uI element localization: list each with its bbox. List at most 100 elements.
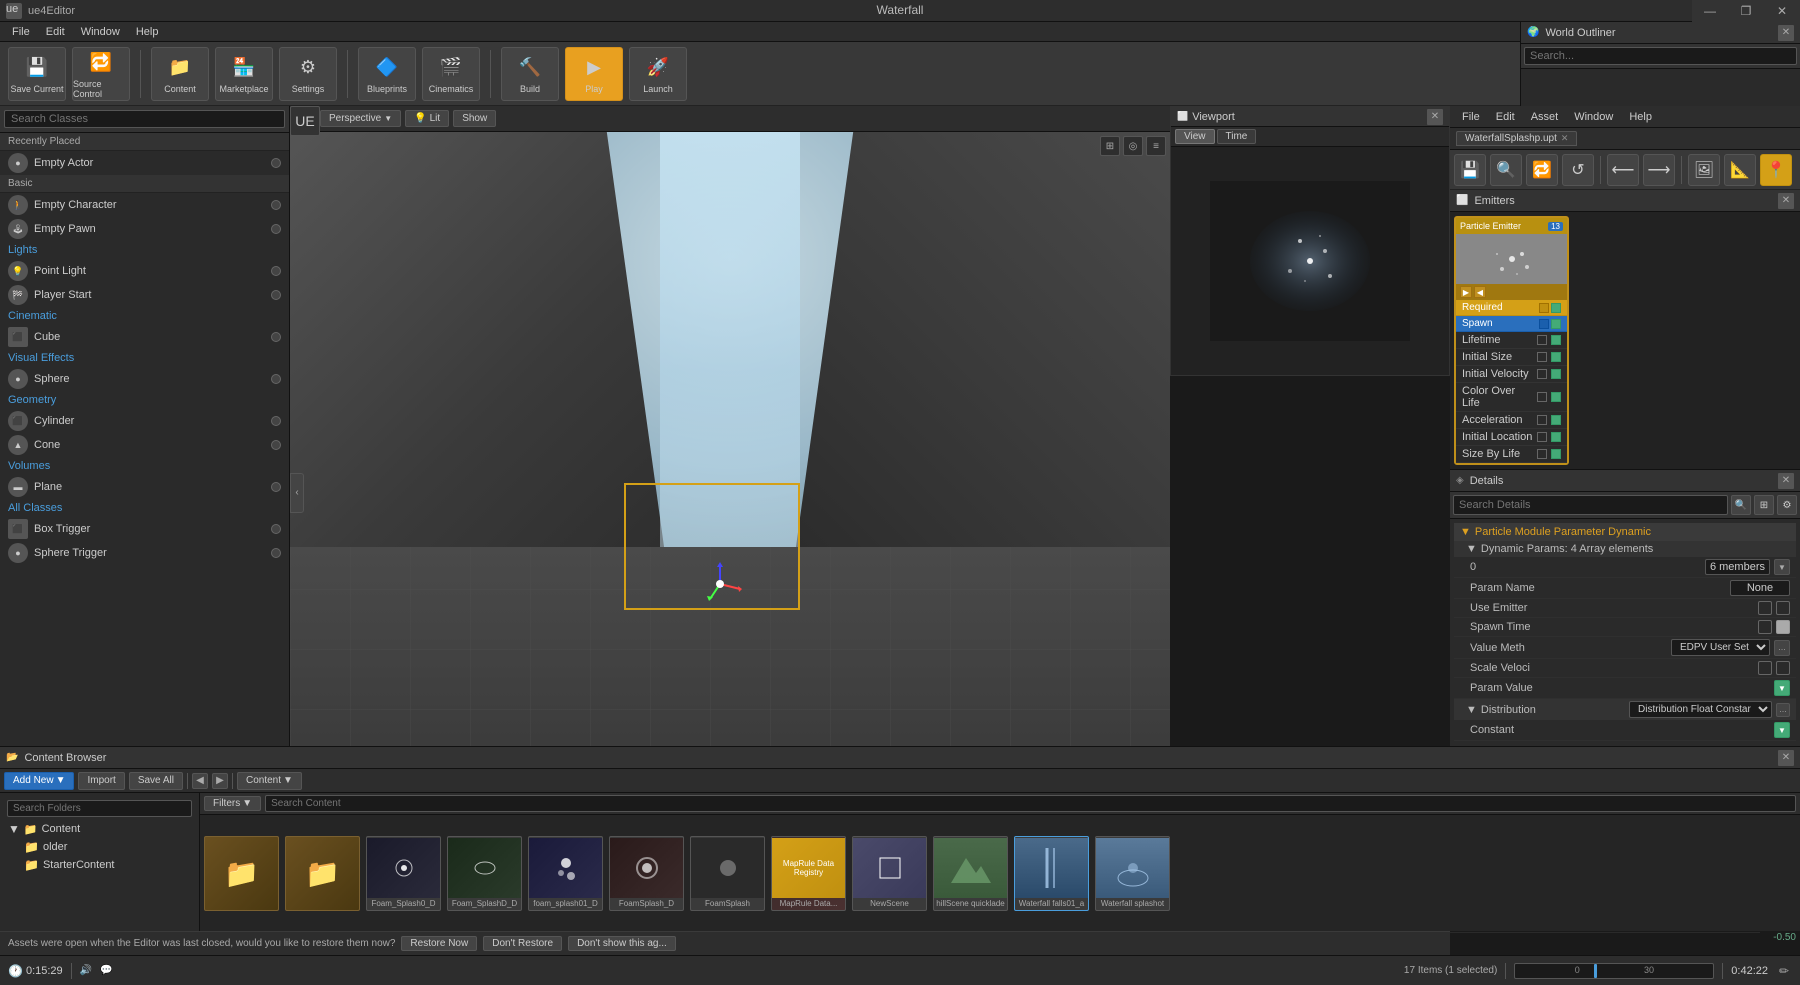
module-lifetime[interactable]: Lifetime <box>1456 332 1567 349</box>
cascade-browse-btn[interactable]: 🔍 <box>1490 154 1522 186</box>
constant-btn[interactable]: ▼ <box>1774 722 1790 738</box>
close-button[interactable]: ✕ <box>1764 0 1800 22</box>
details-section-header[interactable]: ▼ Particle Module Parameter Dynamic <box>1454 523 1796 541</box>
toolbar-source-control[interactable]: 🔁 Source Control <box>72 47 130 101</box>
left-panel-toggle[interactable]: ‹ <box>290 473 304 513</box>
search-content-input[interactable] <box>265 795 1796 812</box>
actor-empty-character[interactable]: 🚶 Empty Character <box>0 193 289 217</box>
asset-map-rule[interactable]: MapRule Data Registry MapRule Data... <box>771 836 846 911</box>
cascade-bounds-btn[interactable]: 📐 <box>1724 154 1756 186</box>
details-close-btn[interactable]: ✕ <box>1778 473 1794 489</box>
cascade-tab[interactable]: WaterfallSplashp.upt ✕ <box>1456 131 1577 146</box>
value-method-dropdown[interactable]: EDPV User Set <box>1671 639 1770 656</box>
menu-edit[interactable]: Edit <box>38 22 73 42</box>
module-lifetime-green[interactable] <box>1551 335 1561 345</box>
spawn-time-check[interactable] <box>1758 620 1772 634</box>
asset-waterfall-splash[interactable]: Waterfall splashot <box>1095 836 1170 911</box>
folder-search-input[interactable] <box>7 800 192 817</box>
actor-player-start[interactable]: 🏁 Player Start <box>0 283 289 307</box>
module-initial-velocity-green[interactable] <box>1551 369 1561 379</box>
asset-foam-splash[interactable]: FoamSplash_D <box>609 836 684 911</box>
module-spawn[interactable]: Spawn <box>1456 316 1567 332</box>
import-button[interactable]: Import <box>78 772 124 790</box>
module-size-by-life[interactable]: Size By Life <box>1456 446 1567 463</box>
param-name-value[interactable]: None <box>1730 580 1790 596</box>
use-emitter-check[interactable] <box>1758 601 1772 615</box>
viewport-canvas[interactable]: ⊞ ◎ ≡ 1185 x 475 <box>290 132 1170 770</box>
cascade-restart-level-btn[interactable]: ↺ <box>1562 154 1594 186</box>
visual-effects-category[interactable]: Visual Effects <box>0 349 289 367</box>
empty-pawn-pin[interactable] <box>271 224 281 234</box>
module-lifetime-check[interactable] <box>1537 335 1547 345</box>
cylinder-pin[interactable] <box>271 416 281 426</box>
module-initial-size-check[interactable] <box>1537 352 1547 362</box>
scale-veloci-check2[interactable] <box>1776 661 1790 675</box>
actor-sphere[interactable]: ● Sphere <box>0 367 289 391</box>
world-outliner-search[interactable] <box>1524 47 1797 65</box>
cascade-save-btn[interactable]: 💾 <box>1454 154 1486 186</box>
toolbar-content[interactable]: 📁 Content <box>151 47 209 101</box>
menu-help[interactable]: Help <box>128 22 167 42</box>
cascade-undo-btn[interactable]: ⟵ <box>1607 154 1639 186</box>
distribution-btn[interactable]: … <box>1776 703 1790 717</box>
details-search-input[interactable] <box>1453 495 1728 515</box>
volumes-category[interactable]: Volumes <box>0 457 289 475</box>
particle-vp-tab-time[interactable]: Time <box>1217 129 1257 144</box>
point-light-pin[interactable] <box>271 266 281 276</box>
lit-button[interactable]: 💡 Lit <box>405 110 449 127</box>
search-classes-input[interactable] <box>4 110 285 128</box>
module-color-over-life[interactable]: Color Over Life <box>1456 383 1567 412</box>
module-size-by-life-green[interactable] <box>1551 449 1561 459</box>
minimize-button[interactable]: — <box>1692 0 1728 22</box>
asset-foam-splash-1[interactable]: Foam_Splash0_D <box>366 836 441 911</box>
dont-show-button[interactable]: Don't show this ag... <box>568 936 676 951</box>
asset-foam-splash-2[interactable]: Foam_SplashD_D <box>447 836 522 911</box>
audio-icon[interactable]: 🔊 <box>80 965 92 976</box>
transform-widget[interactable] <box>695 559 745 609</box>
details-search-btn[interactable]: 🔍 <box>1731 495 1751 515</box>
cb-back-btn[interactable]: ◀ <box>192 773 208 789</box>
module-initial-velocity[interactable]: Initial Velocity <box>1456 366 1567 383</box>
emitter-card[interactable]: Particle Emitter 13 ▶ ◀ <box>1454 216 1569 465</box>
module-initial-location[interactable]: Initial Location <box>1456 429 1567 446</box>
cascade-menu-file[interactable]: File <box>1456 107 1486 127</box>
cascade-tab-close[interactable]: ✕ <box>1561 133 1569 144</box>
details-distribution-header[interactable]: ▼ Distribution Distribution Float Consta… <box>1454 699 1796 720</box>
content-browser-close[interactable]: ✕ <box>1778 750 1794 766</box>
param-value-btn[interactable]: ▼ <box>1774 680 1790 696</box>
toolbar-launch[interactable]: 🚀 Launch <box>629 47 687 101</box>
toolbar-settings[interactable]: ⚙ Settings <box>279 47 337 101</box>
vp-icon-3[interactable]: ≡ <box>1146 136 1166 156</box>
toolbar-blueprints[interactable]: 🔷 Blueprints <box>358 47 416 101</box>
toolbar-cinematics[interactable]: 🎬 Cinematics <box>422 47 480 101</box>
emitter-icon-2[interactable]: ◀ <box>1474 286 1486 298</box>
cube-pin[interactable] <box>271 332 281 342</box>
asset-hill-scene[interactable]: hillScene quicklade <box>933 836 1008 911</box>
module-spawn-check[interactable] <box>1539 319 1549 329</box>
sphere-pin[interactable] <box>271 374 281 384</box>
content-root-btn[interactable]: Content ▼ <box>237 772 302 790</box>
cascade-thumbnail-btn[interactable]: 🖼 <box>1688 154 1720 186</box>
value-method-btn[interactable]: … <box>1774 640 1790 656</box>
chat-icon[interactable]: 💬 <box>100 965 112 976</box>
module-initial-size-green[interactable] <box>1551 352 1561 362</box>
asset-folder-2[interactable]: 📁 <box>285 836 360 911</box>
details-filter-btn[interactable]: ⊞ <box>1754 495 1774 515</box>
toolbar-marketplace[interactable]: 🏪 Marketplace <box>215 47 273 101</box>
actor-empty-actor[interactable]: ● Empty Actor <box>0 151 289 175</box>
emitters-close-btn[interactable]: ✕ <box>1778 193 1794 209</box>
dont-restore-button[interactable]: Don't Restore <box>483 936 562 951</box>
actor-cylinder[interactable]: ⬛ Cylinder <box>0 409 289 433</box>
asset-foam-splash-plain[interactable]: FoamSplash <box>690 836 765 911</box>
window-controls[interactable]: — ❐ ✕ <box>1692 0 1800 22</box>
add-new-button[interactable]: Add New ▼ <box>4 772 74 790</box>
vp-icon-1[interactable]: ⊞ <box>1100 136 1120 156</box>
save-all-button[interactable]: Save All <box>129 772 183 790</box>
cb-forward-btn[interactable]: ▶ <box>212 773 228 789</box>
module-required[interactable]: Required <box>1456 300 1567 316</box>
module-acceleration-green[interactable] <box>1551 415 1561 425</box>
cascade-menu-edit[interactable]: Edit <box>1490 107 1521 127</box>
menu-window[interactable]: Window <box>73 22 128 42</box>
folder-older[interactable]: 📁 older <box>4 838 195 856</box>
module-initial-size[interactable]: Initial Size <box>1456 349 1567 366</box>
